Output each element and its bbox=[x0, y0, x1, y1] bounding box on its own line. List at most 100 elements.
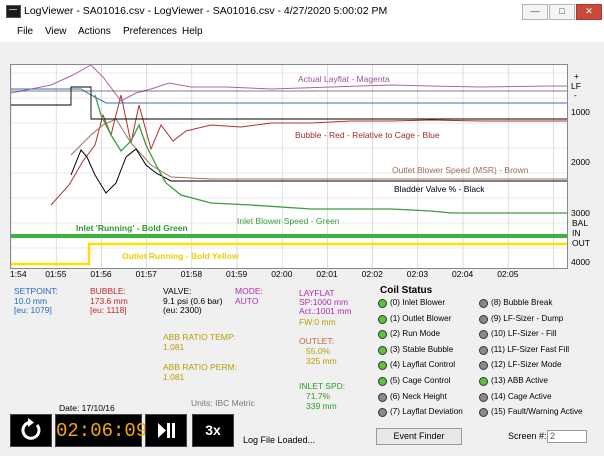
date-label: Date: 17/10/16 bbox=[59, 403, 115, 413]
status-led-icon bbox=[479, 408, 488, 418]
layflat-fw: FW:0 mm bbox=[299, 317, 336, 327]
axis-4000: 4000 bbox=[571, 257, 590, 267]
play-pause-icon bbox=[158, 423, 175, 438]
axis-in: IN bbox=[572, 228, 581, 238]
replay-icon bbox=[21, 418, 41, 440]
x-tick-label: 02:01 bbox=[316, 269, 338, 279]
time-display: 02:06:09 bbox=[55, 414, 147, 447]
bubble-label: BUBBLE: bbox=[90, 286, 126, 296]
minimize-icon[interactable]: — bbox=[522, 4, 548, 20]
x-tick-label: 01:57 bbox=[135, 269, 157, 279]
axis-3000: 3000 bbox=[571, 208, 590, 218]
layflat-act: Act.:1001 mm bbox=[299, 306, 352, 316]
x-tick-label: 01:59 bbox=[226, 269, 248, 279]
inlet-mm: 339 mm bbox=[306, 401, 337, 411]
status-led-icon bbox=[378, 408, 387, 418]
menu-actions[interactable]: Actions bbox=[78, 26, 111, 37]
mode-label: MODE: bbox=[235, 286, 263, 296]
coil-status-label: (14) Cage Active bbox=[491, 391, 552, 401]
coil-status-label: (8) Bubble Break bbox=[491, 298, 553, 307]
menu-view[interactable]: View bbox=[45, 26, 67, 37]
x-tick-label: 02:02 bbox=[361, 269, 383, 279]
status-led-icon bbox=[479, 392, 488, 402]
coil-status-label: (13) ABB Active bbox=[491, 376, 548, 385]
coil-status-label: (12) LF-Sizer Mode bbox=[491, 360, 562, 370]
axis-bal: BAL bbox=[572, 218, 589, 228]
setpoint-label: SETPOINT: bbox=[14, 286, 58, 296]
status-led-icon bbox=[479, 361, 488, 371]
abb-perm-label: ABB RATIO PERM: bbox=[163, 362, 237, 372]
axis-out: OUT bbox=[572, 238, 590, 248]
series-label-inlet-running: Inlet 'Running' - Bold Green bbox=[76, 223, 188, 233]
series-label-outlet-running: Outlet Running - Bold Yellow bbox=[122, 251, 239, 261]
coil-status-label: (1) Outlet Blower bbox=[390, 313, 452, 323]
x-tick-label: 01:55 bbox=[45, 269, 67, 279]
menu-help[interactable]: Help bbox=[182, 26, 203, 37]
status-led-icon bbox=[479, 345, 488, 355]
x-tick-label: 01:56 bbox=[90, 269, 112, 279]
axis-2000: 2000 bbox=[571, 157, 590, 167]
title-bar: LogViewer - SA01016.csv - LogViewer - SA… bbox=[0, 0, 604, 23]
inlet-pct: 71.7% bbox=[306, 391, 331, 401]
coil-status-label: (6) Neck Height bbox=[390, 391, 447, 401]
coil-status-label: (10) LF-Sizer - Fill bbox=[491, 329, 557, 339]
setpoint-eu: [eu: 1079] bbox=[14, 305, 52, 315]
x-tick-label: 02:04 bbox=[452, 269, 474, 279]
valve-label: VALVE: bbox=[163, 286, 192, 296]
axis-minus: - bbox=[574, 90, 577, 100]
screen-number-field[interactable]: 2 bbox=[547, 430, 587, 443]
x-tick-label: 02:05 bbox=[497, 269, 519, 279]
status-text: Log File Loaded... bbox=[243, 435, 316, 445]
app-icon bbox=[6, 5, 21, 18]
status-led-icon bbox=[378, 345, 387, 355]
series-label-inlet-blower: Inlet Blower Speed - Green bbox=[237, 216, 340, 226]
menu-bar: File View Actions Preferences Help bbox=[0, 22, 604, 42]
event-finder-button[interactable]: Event Finder bbox=[376, 428, 462, 445]
screen-label: Screen #: bbox=[508, 431, 547, 441]
series-label-bubble: Bubble - Red - Relative to Cage - Blue bbox=[295, 130, 440, 140]
close-icon[interactable]: ✕ bbox=[576, 4, 602, 20]
axis-1000: 1000 bbox=[571, 107, 590, 117]
axis-plus: + bbox=[574, 71, 579, 81]
series-label-outlet-blower: Outlet Blower Speed (MSR) - Brown bbox=[392, 165, 529, 175]
menu-preferences[interactable]: Preferences bbox=[123, 26, 177, 37]
speed-button[interactable]: 3x bbox=[192, 414, 234, 447]
replay-button[interactable] bbox=[10, 414, 52, 447]
layflat-series bbox=[10, 64, 567, 102]
series-label-layflat: Actual Layflat - Magenta bbox=[298, 74, 390, 84]
maximize-icon[interactable]: □ bbox=[549, 4, 575, 20]
x-tick-label: 01:58 bbox=[180, 269, 203, 279]
bubble-series bbox=[50, 94, 567, 206]
coil-status-label: (4) Layflat Control bbox=[390, 360, 456, 370]
outlet-label: OUTLET: bbox=[299, 336, 334, 346]
status-led-icon bbox=[378, 361, 387, 371]
coil-status-label: (5) Cage Control bbox=[390, 376, 451, 385]
valve-eu: (eu: 2300) bbox=[163, 305, 202, 315]
abb-temp-value: 1.081 bbox=[163, 342, 185, 352]
bubble-eu: [eu: 1118] bbox=[90, 305, 127, 315]
inlet-blower-series bbox=[94, 94, 567, 214]
coil-status-label: (11) LF-Sizer Fast Fill bbox=[491, 344, 570, 354]
status-led-icon bbox=[479, 330, 488, 340]
status-led-icon bbox=[378, 330, 387, 340]
status-led-icon bbox=[378, 299, 387, 308]
outlet-pct: 55.0% bbox=[306, 346, 331, 356]
status-led-icon bbox=[479, 299, 488, 308]
abb-perm-value: 1.081 bbox=[163, 372, 185, 382]
units-label: Units: IBC Metric bbox=[191, 398, 255, 408]
coil-status-label: (9) LF-Sizer - Dump bbox=[491, 313, 564, 323]
outlet-mm: 325 mm bbox=[306, 356, 337, 366]
x-tick-label: 02:00 bbox=[271, 269, 293, 279]
mode-value: AUTO bbox=[235, 296, 259, 306]
x-tick-label: 1:54 bbox=[10, 269, 27, 279]
menu-file[interactable]: File bbox=[17, 26, 33, 37]
status-led-icon bbox=[378, 377, 387, 386]
inlet-label: INLET SPD: bbox=[299, 381, 346, 391]
coil-status-label: (7) Layflat Deviation bbox=[390, 407, 463, 417]
series-label-bladder: Bladder Valve % - Black bbox=[394, 184, 485, 194]
outlet-running-series bbox=[11, 242, 567, 266]
play-pause-button[interactable] bbox=[145, 414, 187, 447]
x-tick-label: 02:03 bbox=[406, 269, 429, 279]
status-led-icon bbox=[378, 314, 387, 324]
abb-temp-label: ABB RATIO TEMP: bbox=[163, 332, 236, 342]
